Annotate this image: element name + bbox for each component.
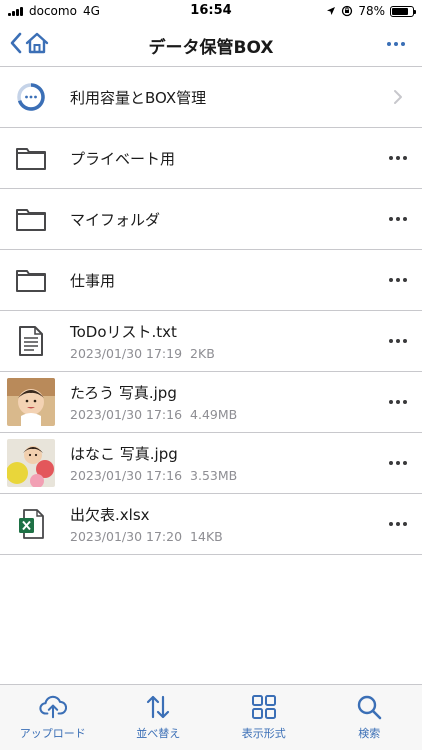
upload-button[interactable]: アップロード (0, 685, 106, 750)
storage-usage-icon (6, 72, 56, 122)
file-meta: 2023/01/30 17:16 4.49MB (70, 407, 372, 422)
file-more-button[interactable] (386, 451, 410, 475)
more-horizontal-icon (389, 217, 407, 221)
file-row[interactable]: 出欠表.xlsx 2023/01/30 17:20 14KB (0, 494, 422, 555)
file-name: はなこ 写真.jpg (70, 445, 178, 463)
more-options-button[interactable] (384, 34, 408, 54)
folder-row[interactable]: プライベート用 (0, 128, 422, 189)
grid-view-icon (250, 693, 278, 721)
file-size: 3.53MB (190, 468, 238, 483)
sort-label: 並べ替え (136, 727, 181, 740)
more-horizontal-icon (389, 522, 407, 526)
file-size: 2KB (190, 346, 215, 361)
text-file-icon (6, 316, 56, 366)
folder-icon (6, 255, 56, 305)
view-mode-button[interactable]: 表示形式 (211, 685, 317, 750)
chevron-right-icon (394, 90, 402, 104)
file-date: 2023/01/30 17:16 (70, 468, 183, 483)
sort-button[interactable]: 並べ替え (106, 685, 212, 750)
file-date: 2023/01/30 17:19 (70, 346, 183, 361)
folder-name: マイフォルダ (70, 210, 161, 229)
file-more-button[interactable] (386, 390, 410, 414)
file-meta: 2023/01/30 17:19 2KB (70, 346, 372, 361)
more-horizontal-icon (387, 42, 405, 46)
search-label: 検索 (358, 727, 381, 740)
file-row[interactable]: ToDoリスト.txt 2023/01/30 17:19 2KB (0, 311, 422, 372)
file-more-button[interactable] (386, 512, 410, 536)
file-size: 14KB (190, 529, 223, 544)
folder-more-button[interactable] (386, 207, 410, 231)
storage-row-text: 利用容量とBOX管理 (70, 87, 372, 108)
upload-label: アップロード (19, 727, 86, 740)
folder-name: プライベート用 (70, 149, 176, 168)
folder-more-button[interactable] (386, 146, 410, 170)
more-horizontal-icon (389, 278, 407, 282)
file-row[interactable]: たろう 写真.jpg 2023/01/30 17:16 4.49MB (0, 372, 422, 433)
storage-management-row[interactable]: 利用容量とBOX管理 (0, 66, 422, 128)
more-horizontal-icon (389, 156, 407, 160)
photo-thumbnail (6, 377, 56, 427)
folder-row[interactable]: 仕事用 (0, 250, 422, 311)
storage-row-disclosure (386, 85, 410, 109)
excel-file-icon (6, 499, 56, 549)
search-icon (355, 693, 383, 721)
folder-more-button[interactable] (386, 268, 410, 292)
file-date: 2023/01/30 17:16 (70, 407, 183, 422)
status-bar: docomo 4G 16:54 78% (0, 0, 422, 22)
location-arrow-icon (327, 7, 336, 15)
folder-icon (6, 133, 56, 183)
storage-row-label: 利用容量とBOX管理 (70, 88, 207, 107)
file-list: 利用容量とBOX管理 プライベート用 マイフォルダ 仕事用 ToDoリスト.tx… (0, 66, 422, 555)
more-horizontal-icon (389, 400, 407, 404)
page-title: データ保管BOX (148, 38, 274, 58)
view-mode-label: 表示形式 (241, 727, 286, 740)
status-right: 78% (326, 4, 416, 18)
file-name: 出欠表.xlsx (70, 506, 150, 524)
folder-row[interactable]: マイフォルダ (0, 189, 422, 250)
file-date: 2023/01/30 17:20 (70, 529, 183, 544)
more-horizontal-icon (389, 461, 407, 465)
orientation-lock-icon (342, 5, 353, 17)
file-name: ToDoリスト.txt (70, 323, 177, 341)
file-meta: 2023/01/30 17:16 3.53MB (70, 468, 372, 483)
file-meta: 2023/01/30 17:20 14KB (70, 529, 372, 544)
more-horizontal-icon (389, 339, 407, 343)
bottom-toolbar: アップロード 並べ替え 表示形式 検索 (0, 684, 422, 750)
search-button[interactable]: 検索 (317, 685, 422, 750)
file-row[interactable]: はなこ 写真.jpg 2023/01/30 17:16 3.53MB (0, 433, 422, 494)
battery-icon (390, 5, 416, 17)
sort-arrows-icon (144, 693, 172, 721)
file-size: 4.49MB (190, 407, 238, 422)
folder-icon (6, 194, 56, 244)
battery-percent: 78% (358, 4, 385, 18)
photo-thumbnail (6, 438, 56, 488)
file-name: たろう 写真.jpg (70, 384, 177, 402)
file-more-button[interactable] (386, 329, 410, 353)
navigation-bar: データ保管BOX (0, 22, 422, 66)
cloud-upload-icon (39, 693, 67, 721)
folder-name: 仕事用 (70, 271, 116, 290)
